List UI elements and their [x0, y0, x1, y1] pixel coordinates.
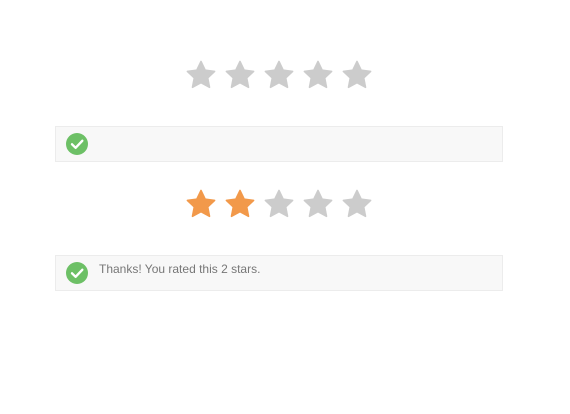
- star-4-icon[interactable]: [303, 189, 333, 219]
- check-circle-icon: [66, 133, 88, 155]
- page: Thanks! You rated this 2 stars.: [0, 0, 570, 414]
- star-5-icon[interactable]: [342, 189, 372, 219]
- rating-message-text: Thanks! You rated this 2 stars.: [99, 262, 261, 276]
- star-1-icon[interactable]: [186, 60, 216, 90]
- check-circle-icon: [66, 262, 88, 284]
- star-2-icon[interactable]: [225, 189, 255, 219]
- star-4-icon[interactable]: [303, 60, 333, 90]
- rating-message-2: Thanks! You rated this 2 stars.: [55, 255, 503, 291]
- star-rating-2: [0, 189, 570, 223]
- star-3-icon[interactable]: [264, 60, 294, 90]
- star-rating-1: [0, 60, 570, 94]
- rating-message-1: [55, 126, 503, 162]
- star-2-icon[interactable]: [225, 60, 255, 90]
- star-5-icon[interactable]: [342, 60, 372, 90]
- star-1-icon[interactable]: [186, 189, 216, 219]
- star-3-icon[interactable]: [264, 189, 294, 219]
